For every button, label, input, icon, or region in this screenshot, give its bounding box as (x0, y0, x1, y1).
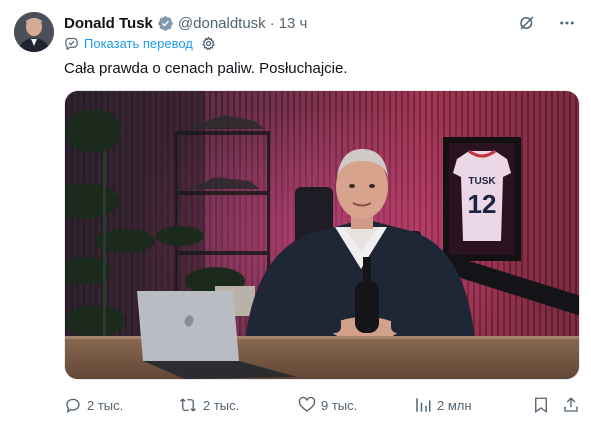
views-button[interactable]: 2 млн (414, 396, 472, 414)
share-icon (562, 396, 580, 414)
grok-icon[interactable] (517, 13, 537, 33)
retweet-button[interactable]: 2 тыс. (178, 396, 239, 414)
like-count: 9 тыс. (321, 397, 358, 413)
retweet-count: 2 тыс. (203, 397, 240, 413)
share-button[interactable] (562, 396, 580, 414)
tweet-text: Cała prawda o cenach paliw. Posłuchajcie… (64, 60, 348, 77)
reply-icon (64, 396, 82, 414)
reply-button[interactable]: 2 тыс. (64, 396, 123, 414)
like-icon (298, 396, 316, 414)
translate-link[interactable]: Показать перевод (84, 36, 193, 51)
tweet[interactable]: Donald Tusk @donaldtusk · 13 ч Показать … (0, 0, 591, 424)
author-name[interactable]: Donald Tusk (64, 15, 153, 32)
translate-row[interactable]: Показать перевод (64, 36, 216, 51)
separator-dot: · (269, 14, 275, 32)
timestamp[interactable]: 13 ч (279, 15, 308, 32)
retweet-icon (178, 396, 198, 414)
tweet-header: Donald Tusk @donaldtusk · 13 ч (64, 12, 577, 34)
gear-icon[interactable] (201, 36, 216, 51)
action-bar: 2 тыс. 2 тыс. 9 тыс. 2 млн (64, 394, 580, 416)
author-handle[interactable]: @donaldtusk (178, 15, 266, 32)
translate-icon (64, 36, 79, 51)
views-icon (414, 396, 432, 414)
more-icon[interactable] (557, 13, 577, 33)
bookmark-button[interactable] (532, 396, 550, 414)
bookmark-icon (532, 396, 550, 414)
like-button[interactable]: 9 тыс. (298, 396, 357, 414)
jersey-number: 12 (468, 189, 497, 219)
reply-count: 2 тыс. (87, 397, 124, 413)
jersey-name: TUSK (468, 176, 496, 187)
avatar[interactable] (14, 12, 54, 52)
video-media[interactable]: TUSK 12 (64, 90, 580, 380)
verified-badge-icon (157, 15, 174, 32)
views-count: 2 млн (437, 397, 472, 413)
